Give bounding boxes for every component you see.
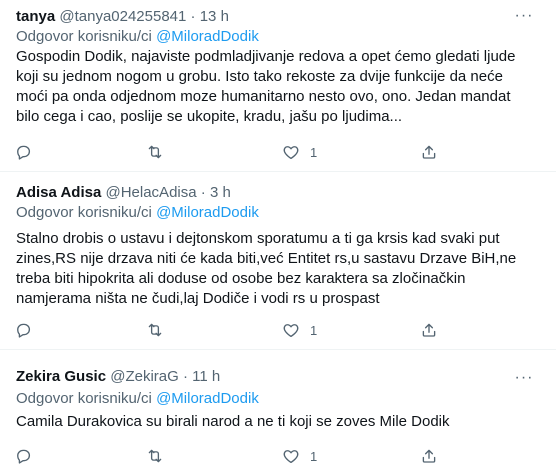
reply-button[interactable] — [14, 446, 32, 466]
timestamp[interactable]: 3 h — [210, 184, 231, 201]
tweet[interactable]: Adisa Adisa @HelacAdisa · 3 h Odgovor ko… — [0, 176, 556, 350]
author-name[interactable]: Adisa Adisa — [16, 184, 101, 201]
author-handle[interactable]: @tanya024255841 — [59, 8, 186, 25]
tweet-text: Gospodin Dodik, najaviste podmladjivanje… — [16, 48, 516, 125]
tweet-actions: 1 — [14, 142, 454, 162]
replying-prefix: Odgovor korisniku/ci — [16, 28, 157, 45]
separator-dot: · — [200, 184, 206, 201]
tweet-actions: 1 — [14, 320, 454, 340]
share-button[interactable] — [420, 142, 438, 162]
mention-link[interactable]: @MiloradDodik — [156, 28, 259, 45]
like-button[interactable]: 1 — [282, 142, 317, 162]
reply-button[interactable] — [14, 320, 32, 340]
retweet-button[interactable] — [146, 142, 164, 162]
share-icon — [422, 145, 436, 159]
heart-icon — [283, 324, 299, 338]
reply-icon — [17, 449, 31, 464]
timestamp[interactable]: 11 h — [192, 368, 220, 385]
reply-icon — [17, 323, 31, 338]
separator-dot: · — [182, 368, 188, 385]
tweet-header: Adisa Adisa @HelacAdisa · 3 h — [16, 184, 231, 202]
retweet-icon — [148, 145, 162, 159]
tweet-header: tanya @tanya024255841 · 13 h — [16, 8, 229, 26]
replying-prefix: Odgovor korisniku/ci — [16, 390, 157, 407]
replying-to: Odgovor korisniku/ci @MiloradDodik — [16, 28, 259, 46]
tweet-text: Camila Durakovica su birali narod a ne t… — [16, 413, 450, 430]
more-icon[interactable]: ··· — [514, 6, 534, 26]
timestamp[interactable]: 13 h — [200, 8, 229, 25]
like-count: 1 — [310, 448, 318, 464]
separator-dot: · — [190, 8, 196, 25]
mention-link[interactable]: @MiloradDodik — [156, 390, 259, 407]
share-icon — [422, 323, 436, 337]
author-handle[interactable]: @HelacAdisa — [105, 184, 196, 201]
author-handle[interactable]: @ZekiraG — [110, 368, 179, 385]
like-count: 1 — [310, 322, 318, 338]
reply-icon — [17, 145, 31, 160]
retweet-button[interactable] — [146, 446, 164, 466]
heart-icon — [283, 450, 299, 464]
share-icon — [422, 449, 436, 463]
tweet-actions: 1 — [14, 446, 454, 466]
replying-to: Odgovor korisniku/ci @MiloradDodik — [16, 204, 259, 222]
like-count: 1 — [310, 144, 318, 160]
author-name[interactable]: Zekira Gusic — [16, 368, 106, 385]
author-name[interactable]: tanya — [16, 8, 55, 25]
like-button[interactable]: 1 — [282, 446, 317, 466]
retweet-icon — [148, 449, 162, 463]
like-button[interactable]: 1 — [282, 320, 317, 340]
reply-button[interactable] — [14, 142, 32, 162]
tweet-header: Zekira Gusic @ZekiraG · 11 h — [16, 368, 220, 386]
heart-icon — [283, 146, 299, 160]
tweet[interactable]: Zekira Gusic @ZekiraG · 11 h ··· Odgovor… — [0, 360, 556, 474]
retweet-icon — [148, 323, 162, 337]
tweet[interactable]: tanya @tanya024255841 · 13 h ··· Odgovor… — [0, 0, 556, 172]
share-button[interactable] — [420, 446, 438, 466]
retweet-button[interactable] — [146, 320, 164, 340]
replying-to: Odgovor korisniku/ci @MiloradDodik — [16, 390, 259, 408]
share-button[interactable] — [420, 320, 438, 340]
mention-link[interactable]: @MiloradDodik — [156, 204, 259, 221]
tweet-text: Stalno drobis o ustavu i dejtonskom spor… — [16, 230, 517, 307]
more-icon[interactable]: ··· — [514, 368, 534, 388]
replying-prefix: Odgovor korisniku/ci — [16, 204, 157, 221]
